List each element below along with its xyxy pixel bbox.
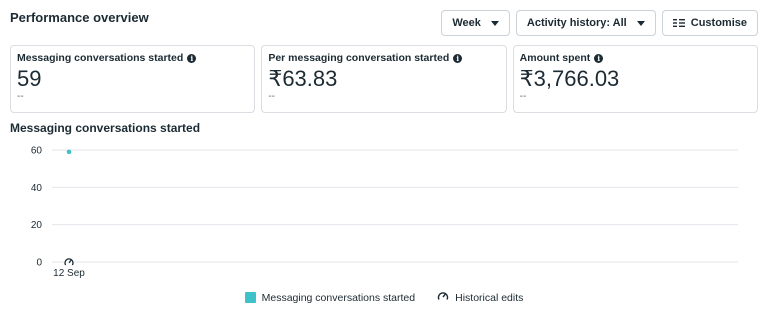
period-dropdown-label: Week <box>452 17 481 29</box>
metric-comparison: -- <box>519 91 527 102</box>
y-tick-label: 0 <box>36 258 42 269</box>
legend-series-label: Messaging conversations started <box>261 291 416 304</box>
info-icon[interactable]: i <box>453 53 463 63</box>
metric-label: Amount spent <box>519 52 591 64</box>
metric-card-cost-per-conversation[interactable]: Per messaging conversation started i ₹63… <box>261 45 507 113</box>
conversations-chart: 0 20 40 60 12 Sep <box>31 146 738 279</box>
caret-down-icon <box>490 20 499 26</box>
metric-card-header: Amount spent i <box>520 52 751 64</box>
info-icon[interactable]: i <box>187 53 197 63</box>
metric-value: 59 <box>17 66 42 91</box>
period-dropdown[interactable]: Week <box>441 10 510 36</box>
metric-label: Per messaging conversation started <box>268 52 450 64</box>
customise-button[interactable]: Customise <box>661 10 758 36</box>
metric-comparison: -- <box>268 91 275 102</box>
metric-value: ₹63.83 <box>268 66 338 91</box>
historical-edit-marker-icon[interactable] <box>64 257 74 267</box>
historical-edits-icon <box>437 290 449 305</box>
page-title: Performance overview <box>10 10 149 25</box>
info-icon[interactable]: i <box>594 53 604 63</box>
data-point <box>66 149 72 155</box>
metric-card-amount-spent[interactable]: Amount spent i ₹3,766.03 -- <box>512 45 758 113</box>
metric-card-header: Per messaging conversation started i <box>268 52 499 64</box>
caret-down-icon <box>636 20 645 26</box>
metric-value: ₹3,766.03 <box>519 66 620 91</box>
legend-edits-label: Historical edits <box>455 291 524 304</box>
y-tick-label: 20 <box>31 220 43 231</box>
toolbar: Week Activity history: All Customise <box>441 10 758 36</box>
metric-cards: Messaging conversations started i 59 -- … <box>10 45 758 113</box>
y-tick-label: 40 <box>31 183 43 194</box>
customise-label: Customise <box>690 17 747 29</box>
chart-title: Messaging conversations started <box>10 121 201 135</box>
metric-card-header: Messaging conversations started i <box>17 52 248 64</box>
activity-history-label: Activity history: All <box>526 17 627 29</box>
metric-label: Messaging conversations started <box>17 52 184 64</box>
x-tick-label: 12 Sep <box>53 268 85 279</box>
series-swatch <box>244 292 256 303</box>
y-tick-label: 60 <box>31 146 43 157</box>
legend-item-series[interactable]: Messaging conversations started <box>244 290 416 305</box>
chart-legend: Messaging conversations started Historic… <box>0 290 768 305</box>
activity-history-dropdown[interactable]: Activity history: All <box>515 10 656 36</box>
metric-comparison: -- <box>17 91 24 102</box>
metric-card-conversations[interactable]: Messaging conversations started i 59 -- <box>10 45 256 113</box>
legend-item-historical-edits[interactable]: Historical edits <box>437 290 523 305</box>
columns-icon <box>672 18 685 28</box>
